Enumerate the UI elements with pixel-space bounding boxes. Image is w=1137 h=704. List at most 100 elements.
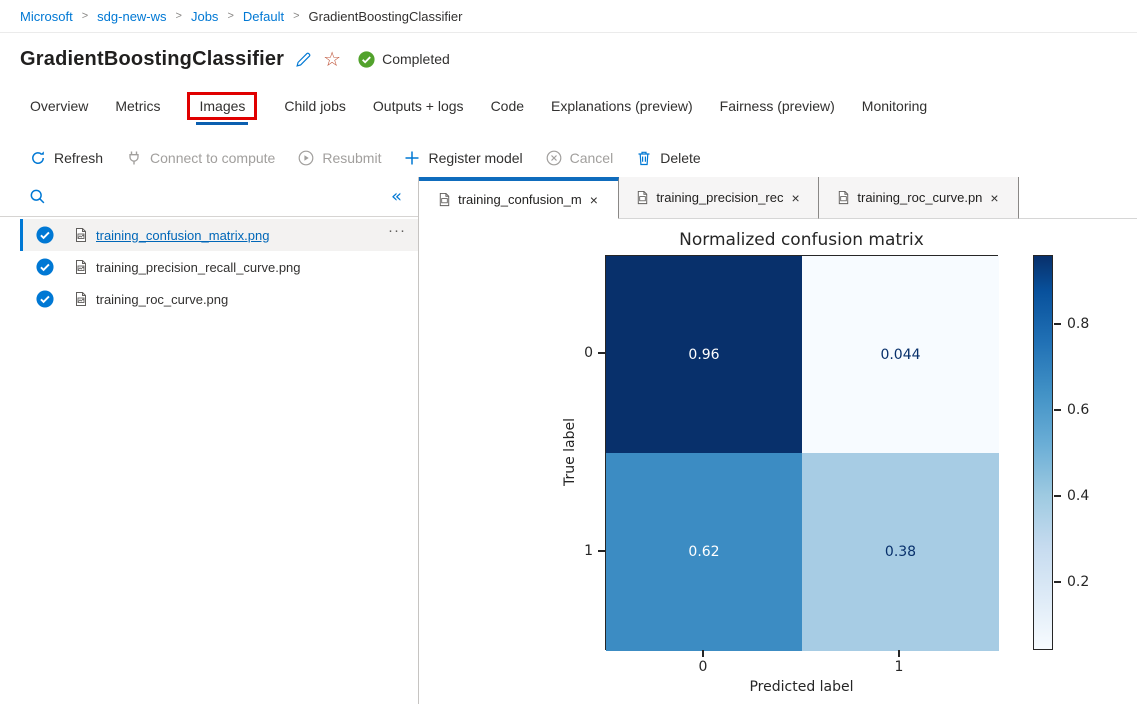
colorbar-tick-label: 0.4 [1067, 488, 1089, 504]
image-file-icon [73, 291, 89, 307]
register-model-label: Register model [428, 150, 522, 166]
favorite-star-icon[interactable]: ☆ [323, 49, 341, 69]
image-file-icon [437, 192, 452, 207]
tab-child-jobs[interactable]: Child jobs [284, 94, 345, 118]
cancel-circle-icon [546, 150, 562, 166]
chart-title: Normalized confusion matrix [605, 230, 998, 250]
close-icon[interactable]: × [988, 190, 1000, 206]
breadcrumb-item-microsoft[interactable]: Microsoft [20, 9, 73, 24]
tab-images[interactable]: Images [187, 92, 257, 120]
collapse-panel-icon[interactable]: « [391, 188, 402, 206]
trash-icon [636, 150, 652, 166]
colorbar-tick-mark [1054, 323, 1061, 325]
breadcrumb-item-jobs[interactable]: Jobs [191, 9, 218, 24]
close-icon[interactable]: × [588, 192, 600, 208]
image-tab-strip: training_confusion_m × training_precisio… [419, 177, 1137, 219]
tab-fairness[interactable]: Fairness (preview) [720, 94, 835, 118]
play-circle-icon [298, 150, 314, 166]
chevron-right-icon: > [176, 10, 182, 22]
chevron-right-icon: > [293, 10, 299, 22]
job-tab-bar: Overview Metrics Images Child jobs Outpu… [30, 88, 927, 124]
confusion-matrix-figure: Normalized confusion matrix 0.96 0.044 0… [419, 219, 1137, 704]
delete-label: Delete [660, 150, 700, 166]
colorbar [1033, 255, 1053, 650]
tab-overview[interactable]: Overview [30, 94, 88, 118]
more-options-icon[interactable]: ··· [388, 222, 406, 239]
file-panel-toolbar: « [0, 177, 418, 217]
image-file-icon [73, 227, 89, 243]
plus-icon [404, 150, 420, 166]
chevron-right-icon: > [82, 10, 88, 22]
image-tab-label: training_roc_curve.pn [857, 190, 982, 205]
image-file-icon [73, 259, 89, 275]
file-name[interactable]: training_precision_recall_curve.png [96, 260, 301, 275]
tab-strip-filler [1019, 177, 1137, 219]
tab-outputs-logs[interactable]: Outputs + logs [373, 94, 464, 118]
status-badge: Completed [358, 51, 450, 68]
status-label: Completed [382, 51, 450, 67]
edit-pencil-icon[interactable] [295, 51, 312, 68]
plug-icon [126, 150, 142, 166]
breadcrumb-item-workspace[interactable]: sdg-new-ws [97, 9, 166, 24]
completed-check-icon [358, 51, 375, 68]
resubmit-label: Resubmit [322, 150, 381, 166]
breadcrumb-item-current: GradientBoostingClassifier [309, 9, 463, 24]
x-tick-label-0: 0 [688, 659, 718, 675]
file-list: training_confusion_matrix.png ··· traini… [0, 217, 418, 315]
cancel-label: Cancel [570, 150, 614, 166]
tab-code[interactable]: Code [491, 94, 524, 118]
colorbar-tick-mark [1054, 581, 1061, 583]
close-icon[interactable]: × [790, 190, 802, 206]
breadcrumb-item-default[interactable]: Default [243, 9, 284, 24]
y-tick-mark [598, 550, 605, 552]
checked-circle-icon[interactable] [36, 290, 54, 308]
refresh-icon [30, 150, 46, 166]
cancel-button[interactable]: Cancel [546, 150, 614, 166]
refresh-button[interactable]: Refresh [30, 150, 103, 166]
command-bar: Refresh Connect to compute Resubmit Regi… [30, 141, 701, 175]
file-explorer-panel: « training_confusion_matrix.png ··· [0, 177, 419, 704]
chevron-right-icon: > [227, 10, 233, 22]
breadcrumb: Microsoft > sdg-new-ws > Jobs > Default … [0, 0, 1137, 33]
colorbar-tick-mark [1054, 409, 1061, 411]
delete-button[interactable]: Delete [636, 150, 700, 166]
page-header: GradientBoostingClassifier ☆ Completed [20, 44, 450, 74]
connect-to-compute-button[interactable]: Connect to compute [126, 150, 275, 166]
colorbar-tick-label: 0.6 [1067, 402, 1089, 418]
list-item-roc-curve[interactable]: training_roc_curve.png [20, 283, 418, 315]
x-tick-mark [702, 650, 704, 657]
checked-circle-icon[interactable] [36, 258, 54, 276]
heatmap-cell-1-1: 0.38 [802, 453, 999, 651]
image-tab-confusion-matrix[interactable]: training_confusion_m × [419, 177, 619, 219]
image-tab-label: training_precision_rec [656, 190, 783, 205]
register-model-button[interactable]: Register model [404, 150, 522, 166]
tab-explanations[interactable]: Explanations (preview) [551, 94, 693, 118]
file-name[interactable]: training_roc_curve.png [96, 292, 228, 307]
image-viewer-area: training_confusion_m × training_precisio… [419, 177, 1137, 704]
colorbar-tick-mark [1054, 495, 1061, 497]
y-tick-mark [598, 352, 605, 354]
heatmap-cell-0-1: 0.044 [802, 256, 999, 453]
tab-monitoring[interactable]: Monitoring [862, 94, 927, 118]
image-tab-roc-curve[interactable]: training_roc_curve.pn × [819, 177, 1019, 219]
image-file-icon [836, 190, 851, 205]
file-name-link[interactable]: training_confusion_matrix.png [96, 228, 269, 243]
heatmap-cell-0-0: 0.96 [606, 256, 802, 453]
colorbar-tick-label: 0.8 [1067, 316, 1089, 332]
y-axis-title: True label [562, 392, 578, 512]
image-tab-precision-recall[interactable]: training_precision_rec × [619, 177, 819, 219]
page-title: GradientBoostingClassifier [20, 48, 284, 71]
x-tick-mark [898, 650, 900, 657]
x-tick-label-1: 1 [884, 659, 914, 675]
list-item-confusion-matrix[interactable]: training_confusion_matrix.png ··· [20, 219, 418, 251]
checked-circle-icon[interactable] [36, 226, 54, 244]
search-icon[interactable] [29, 188, 46, 205]
heatmap-grid: 0.96 0.044 0.62 0.38 [605, 255, 998, 650]
y-tick-label-0: 0 [567, 345, 593, 361]
list-item-precision-recall[interactable]: training_precision_recall_curve.png [20, 251, 418, 283]
tab-metrics[interactable]: Metrics [115, 94, 160, 118]
resubmit-button[interactable]: Resubmit [298, 150, 381, 166]
refresh-label: Refresh [54, 150, 103, 166]
x-axis-title: Predicted label [605, 679, 998, 695]
image-tab-label: training_confusion_m [458, 192, 582, 207]
